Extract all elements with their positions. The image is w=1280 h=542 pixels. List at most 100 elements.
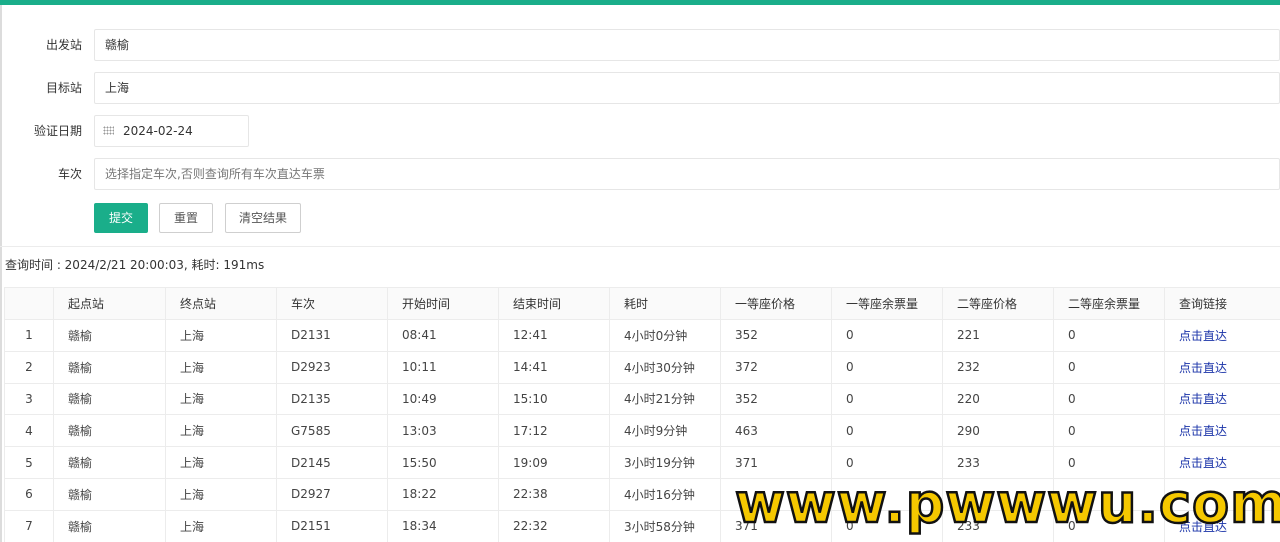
duration-cell: 4小时9分钟 <box>609 414 721 448</box>
direct-link[interactable]: 点击直达 <box>1164 382 1280 416</box>
train-label: 车次 <box>57 167 82 181</box>
second-class-price-cell: 221 <box>942 319 1054 352</box>
end-station-cell: 上海 <box>165 319 277 352</box>
table-row: 3 赣榆 上海 D2135 10:49 15:10 4小时21分钟 352 0 220 0 点击直达 <box>4 382 1280 416</box>
reset-button[interactable]: 重置 <box>159 203 213 233</box>
date-label: 验证日期 <box>33 124 82 138</box>
header-train-number: 车次 <box>276 287 388 320</box>
duration-cell: 4小时30分钟 <box>609 350 721 384</box>
header-query-link: 查询链接 <box>1164 287 1280 320</box>
end-station-cell: 上海 <box>165 382 277 416</box>
first-class-remaining-cell: 0 <box>831 350 943 384</box>
start-time-cell: 10:11 <box>387 350 499 384</box>
train-number-cell: D2151 <box>276 509 388 542</box>
train-number-cell: G7585 <box>276 414 388 448</box>
departure-row: 出发站 赣榆 <box>0 29 1280 61</box>
end-station-cell: 上海 <box>165 350 277 384</box>
header-second-class-price: 二等座价格 <box>942 287 1054 320</box>
top-accent-bar <box>0 0 1280 5</box>
end-time-cell: 22:38 <box>498 477 610 511</box>
direct-link[interactable]: 点击直达 <box>1164 350 1280 384</box>
first-class-remaining-cell: 0 <box>831 414 943 448</box>
header-end-time: 结束时间 <box>498 287 610 320</box>
train-number-cell: D2927 <box>276 477 388 511</box>
end-time-cell: 15:10 <box>498 382 610 416</box>
header-duration: 耗时 <box>609 287 721 320</box>
second-class-remaining-cell: 0 <box>1053 414 1165 448</box>
start-time-cell: 18:22 <box>387 477 499 511</box>
row-index-cell: 2 <box>4 350 54 384</box>
duration-cell: 3小时58分钟 <box>609 509 721 542</box>
second-class-remaining-cell: 0 <box>1053 319 1165 352</box>
start-time-cell: 18:34 <box>387 509 499 542</box>
second-class-price-cell: 290 <box>942 414 1054 448</box>
row-index-cell: 5 <box>4 446 54 479</box>
end-station-cell: 上海 <box>165 477 277 511</box>
section-divider <box>0 246 1280 247</box>
start-station-cell: 赣榆 <box>53 350 166 384</box>
end-time-cell: 14:41 <box>498 350 610 384</box>
train-number-cell: D2131 <box>276 319 388 352</box>
train-row: 车次 选择指定车次,否则查询所有车次直达车票 <box>0 158 1280 190</box>
second-class-remaining-cell: 0 <box>1053 382 1165 416</box>
header-start-time: 开始时间 <box>387 287 499 320</box>
watermark-text: www.pwwwu.com <box>734 472 1280 535</box>
destination-input[interactable]: 上海 <box>94 72 1280 104</box>
duration-cell: 3小时19分钟 <box>609 446 721 479</box>
end-station-cell: 上海 <box>165 509 277 542</box>
train-number-cell: D2145 <box>276 446 388 479</box>
second-class-remaining-cell: 0 <box>1053 350 1165 384</box>
start-station-cell: 赣榆 <box>53 319 166 352</box>
row-index-cell: 7 <box>4 509 54 542</box>
date-value: 2024-02-24 <box>123 124 193 138</box>
row-index-cell: 4 <box>4 414 54 448</box>
clear-results-button[interactable]: 清空结果 <box>225 203 301 233</box>
departure-label: 出发站 <box>45 38 82 52</box>
first-class-price-cell: 463 <box>720 414 832 448</box>
direct-link[interactable]: 点击直达 <box>1164 319 1280 352</box>
start-time-cell: 15:50 <box>387 446 499 479</box>
departure-input[interactable]: 赣榆 <box>94 29 1280 61</box>
start-station-cell: 赣榆 <box>53 509 166 542</box>
end-time-cell: 19:09 <box>498 446 610 479</box>
start-time-cell: 13:03 <box>387 414 499 448</box>
first-class-remaining-cell: 0 <box>831 319 943 352</box>
row-index-cell: 3 <box>4 382 54 416</box>
submit-button[interactable]: 提交 <box>94 203 148 233</box>
duration-cell: 4小时16分钟 <box>609 477 721 511</box>
first-class-price-cell: 352 <box>720 382 832 416</box>
end-station-cell: 上海 <box>165 414 277 448</box>
start-station-cell: 赣榆 <box>53 382 166 416</box>
first-class-remaining-cell: 0 <box>831 382 943 416</box>
table-header-row: 起点站 终点站 车次 开始时间 结束时间 耗时 一等座价格 一等座余票量 二等座… <box>4 287 1280 320</box>
first-class-price-cell: 372 <box>720 350 832 384</box>
start-station-cell: 赣榆 <box>53 446 166 479</box>
duration-cell: 4小时0分钟 <box>609 319 721 352</box>
table-row: 1 赣榆 上海 D2131 08:41 12:41 4小时0分钟 352 0 221 0 点击直达 <box>4 319 1280 352</box>
end-time-cell: 17:12 <box>498 414 610 448</box>
start-time-cell: 10:49 <box>387 382 499 416</box>
row-index-cell: 6 <box>4 477 54 511</box>
train-number-cell: D2923 <box>276 350 388 384</box>
header-start-station: 起点站 <box>53 287 166 320</box>
row-index-cell: 1 <box>4 319 54 352</box>
table-row: 4 赣榆 上海 G7585 13:03 17:12 4小时9分钟 463 0 290 0 点击直达 <box>4 414 1280 448</box>
direct-link[interactable]: 点击直达 <box>1164 414 1280 448</box>
second-class-price-cell: 220 <box>942 382 1054 416</box>
date-picker[interactable]: 2024-02-24 <box>94 115 249 147</box>
end-station-cell: 上海 <box>165 446 277 479</box>
end-time-cell: 12:41 <box>498 319 610 352</box>
query-info: 查询时间 : 2024/2/21 20:00:03, 耗时: 191ms <box>5 258 265 272</box>
calendar-icon <box>103 126 114 135</box>
train-select[interactable]: 选择指定车次,否则查询所有车次直达车票 <box>94 158 1280 190</box>
header-first-class-price: 一等座价格 <box>720 287 832 320</box>
start-time-cell: 08:41 <box>387 319 499 352</box>
header-index <box>4 287 54 320</box>
first-class-price-cell: 352 <box>720 319 832 352</box>
table-row: 2 赣榆 上海 D2923 10:11 14:41 4小时30分钟 372 0 232 0 点击直达 <box>4 350 1280 384</box>
duration-cell: 4小时21分钟 <box>609 382 721 416</box>
header-second-class-remaining: 二等座余票量 <box>1053 287 1165 320</box>
destination-label: 目标站 <box>45 81 82 95</box>
header-end-station: 终点站 <box>165 287 277 320</box>
train-number-cell: D2135 <box>276 382 388 416</box>
